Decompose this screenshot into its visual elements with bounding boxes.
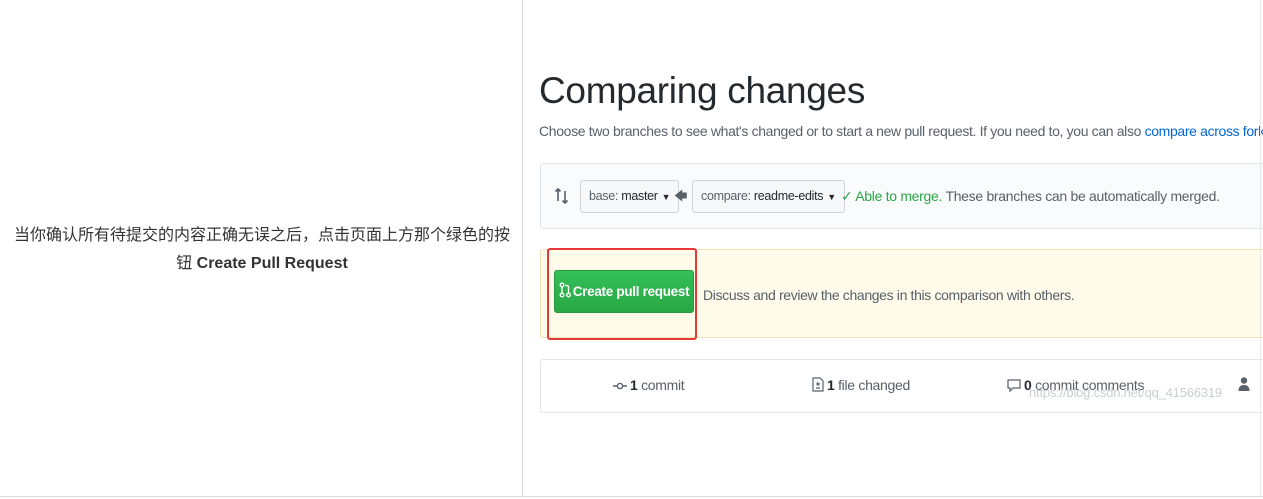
files-label: file changed xyxy=(834,377,910,393)
compare-value: readme-edits xyxy=(753,189,824,203)
screenshot-panel: Comparing changes Choose two branches to… xyxy=(524,0,1263,496)
commits-label: commit xyxy=(637,377,685,393)
comment-icon xyxy=(1007,379,1021,392)
page-subtitle: Choose two branches to see what's change… xyxy=(539,123,1263,139)
discuss-text: Discuss and review the changes in this c… xyxy=(703,287,1075,303)
commit-icon xyxy=(613,382,627,390)
able-to-merge: ✓ Able to merge. xyxy=(841,188,943,204)
commits-count: 1 xyxy=(630,377,638,393)
compare-branch-select[interactable]: compare: readme-edits ▼ xyxy=(692,180,845,213)
person-icon xyxy=(1238,377,1250,391)
base-label: base: xyxy=(589,189,622,203)
compare-label: compare: xyxy=(701,189,754,203)
subtitle-text: Choose two branches to see what's change… xyxy=(539,123,1145,139)
file-diff-icon xyxy=(812,377,824,392)
left-panel: 当你确认所有待提交的内容正确无误之后，点击页面上方那个绿色的按钮 Create … xyxy=(0,0,523,496)
files-stat[interactable]: 1 file changed xyxy=(812,377,910,393)
merge-status: ✓ Able to merge. These branches can be a… xyxy=(841,188,1220,205)
base-value: master xyxy=(621,189,658,203)
right-divider xyxy=(1260,0,1261,496)
compare-forks-link[interactable]: compare across forks. xyxy=(1145,123,1263,139)
merge-description: These branches can be automatically merg… xyxy=(942,188,1220,204)
files-count: 1 xyxy=(827,377,835,393)
branch-selector-box: base: master ▼ 🡄 compare: readme-edits ▼ ✓… xyxy=(540,163,1263,229)
caption-text: 当你确认所有待提交的内容正确无误之后，点击页面上方那个绿色的按钮 Create … xyxy=(8,222,516,278)
bottom-divider xyxy=(0,496,1263,497)
caption-bold: Create Pull Request xyxy=(196,255,348,272)
caret-down-icon: ▼ xyxy=(827,192,836,202)
red-highlight-box xyxy=(547,248,697,340)
commits-stat[interactable]: 1 commit xyxy=(613,377,685,393)
watermark: https://blog.csdn.net/qq_41566319 xyxy=(1029,385,1222,400)
compare-arrows-icon xyxy=(554,187,569,205)
arrow-left-icon: 🡄 xyxy=(674,188,688,203)
base-branch-select[interactable]: base: master ▼ xyxy=(580,180,680,213)
caret-down-icon: ▼ xyxy=(661,192,671,202)
page-title: Comparing changes xyxy=(539,70,866,111)
